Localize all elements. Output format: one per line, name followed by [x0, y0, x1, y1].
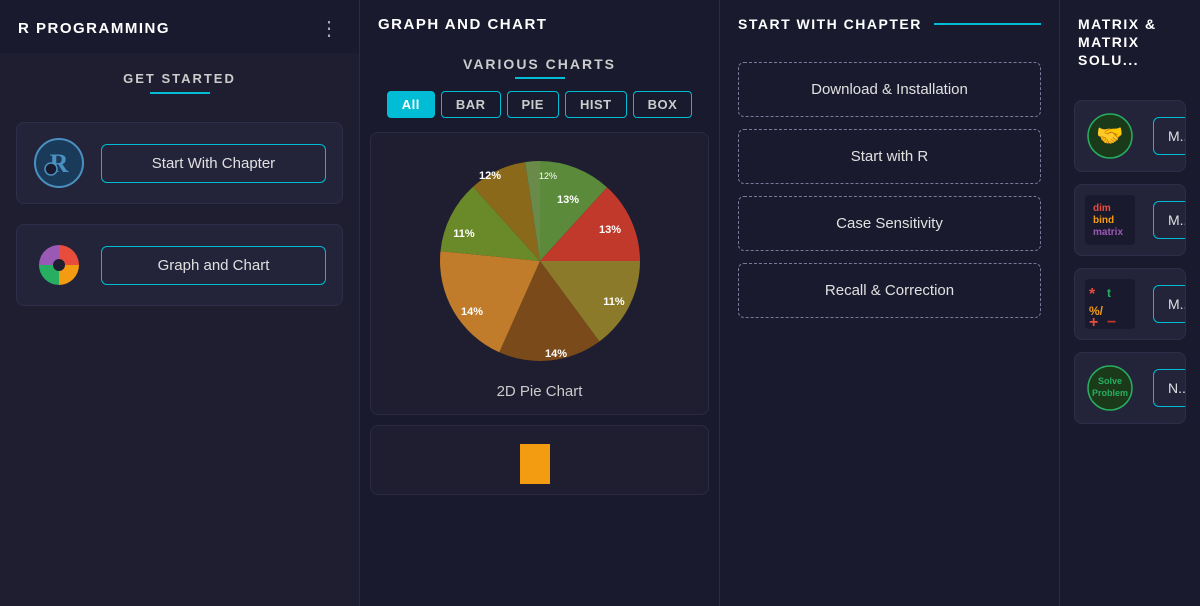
matrix-item-4[interactable]: Solve Problem N...	[1074, 352, 1186, 424]
r-logo-svg: R	[33, 137, 85, 189]
svg-text:Solve: Solve	[1098, 376, 1122, 386]
pie-chart-container: 13% 13% 11% 14% 14% 11% 12%	[370, 132, 709, 415]
bar-chart-container	[370, 425, 709, 495]
section-underline	[150, 92, 210, 94]
pie-chart-caption: 2D Pie Chart	[497, 383, 583, 400]
svg-text:+: +	[1089, 314, 1098, 329]
svg-text:14%: 14%	[460, 306, 482, 318]
solve-problem-icon: Solve Problem	[1075, 353, 1145, 423]
matrix-item-2[interactable]: dim bind matrix M...	[1074, 184, 1186, 256]
more-options-button[interactable]: ⋮	[319, 16, 341, 41]
filter-box[interactable]: BOX	[633, 91, 693, 118]
chart-section: VARIOUS CHARTS All BAR PIE HIST BOX 13% …	[360, 46, 719, 606]
col3-header-underline	[934, 23, 1041, 25]
svg-text:t: t	[1107, 286, 1111, 300]
col3-title: START WITH CHAPTER	[738, 16, 922, 32]
matrix-btn-4[interactable]: N...	[1153, 369, 1186, 407]
start-chapter-button[interactable]: Start With Chapter	[101, 144, 326, 183]
col2-header: GRAPH AND CHART	[360, 0, 719, 46]
recall-correction-button[interactable]: Recall & Correction	[738, 263, 1041, 318]
column-r-programming: R PROGRAMMING ⋮ GET STARTED R Start With…	[0, 0, 360, 606]
svg-text:13%: 13%	[598, 224, 620, 236]
svg-text:11%: 11%	[603, 296, 625, 308]
svg-text:12%: 12%	[538, 171, 556, 181]
matrix-items-list: 🤝 M... dim bind matrix M... *	[1060, 82, 1200, 424]
filter-hist[interactable]: HIST	[565, 91, 627, 118]
column-graph-chart: GRAPH AND CHART VARIOUS CHARTS All BAR P…	[360, 0, 720, 606]
handshake-svg: 🤝	[1085, 111, 1135, 161]
filter-pie[interactable]: PIE	[507, 91, 559, 118]
col4-title: MATRIX & MATRIX SOLU...	[1078, 16, 1157, 68]
col4-header: MATRIX & MATRIX SOLU...	[1060, 0, 1200, 82]
chart-underline	[515, 77, 565, 79]
filter-row: All BAR PIE HIST BOX	[387, 91, 693, 118]
filter-all[interactable]: All	[387, 91, 435, 118]
r-logo-icon: R	[33, 137, 85, 189]
operators-icon: * t %/ + −	[1075, 269, 1145, 339]
svg-text:−: −	[1107, 314, 1116, 329]
matrix-btn-3[interactable]: M...	[1153, 285, 1186, 323]
solve-svg: Solve Problem	[1085, 363, 1135, 413]
svg-text:14%: 14%	[544, 348, 566, 360]
matrix-btn-1[interactable]: M...	[1153, 117, 1186, 155]
svg-text:11%: 11%	[453, 228, 475, 240]
pie-chart-svg: 13% 13% 11% 14% 14% 11% 12%	[410, 151, 670, 371]
operators-svg: * t %/ + −	[1085, 279, 1135, 329]
column-matrix: MATRIX & MATRIX SOLU... 🤝 M... dim bind …	[1060, 0, 1200, 606]
col2-title: GRAPH AND CHART	[378, 16, 547, 33]
matrix-btn-2[interactable]: M...	[1153, 201, 1186, 239]
swc-items-list: Download & Installation Start with R Cas…	[720, 44, 1059, 318]
start-chapter-item[interactable]: R Start With Chapter	[16, 122, 343, 204]
graph-chart-item[interactable]: Graph and Chart	[16, 224, 343, 306]
download-install-button[interactable]: Download & Installation	[738, 62, 1041, 117]
col1-title: R PROGRAMMING	[18, 20, 170, 37]
get-started-label: GET STARTED	[0, 53, 359, 92]
svg-text:bind: bind	[1093, 215, 1114, 226]
dim-bind-svg: dim bind matrix	[1085, 195, 1135, 245]
svg-text:*: *	[1089, 286, 1096, 303]
col3-header: START WITH CHAPTER	[720, 0, 1059, 44]
case-sensitivity-button[interactable]: Case Sensitivity	[738, 196, 1041, 251]
chart-section-title: VARIOUS CHARTS	[463, 46, 616, 72]
dim-bind-icon: dim bind matrix	[1075, 185, 1145, 255]
svg-text:🤝: 🤝	[1096, 123, 1123, 148]
column-start-with-chapter: START WITH CHAPTER Download & Installati…	[720, 0, 1060, 606]
pie-chart-icon	[33, 239, 85, 291]
svg-text:dim: dim	[1093, 203, 1111, 214]
pie-icon-svg	[35, 241, 83, 289]
svg-text:Problem: Problem	[1092, 388, 1128, 398]
matrix-item-3[interactable]: * t %/ + − M...	[1074, 268, 1186, 340]
svg-text:12%: 12%	[478, 170, 500, 182]
bar-chart-svg	[440, 444, 640, 484]
start-r-button[interactable]: Start with R	[738, 129, 1041, 184]
svg-text:matrix: matrix	[1093, 227, 1123, 238]
col1-header: R PROGRAMMING ⋮	[0, 0, 359, 53]
handshake-icon: 🤝	[1075, 101, 1145, 171]
svg-text:13%: 13%	[556, 194, 578, 206]
matrix-item-1[interactable]: 🤝 M...	[1074, 100, 1186, 172]
graph-chart-button[interactable]: Graph and Chart	[101, 246, 326, 285]
filter-bar[interactable]: BAR	[441, 91, 501, 118]
